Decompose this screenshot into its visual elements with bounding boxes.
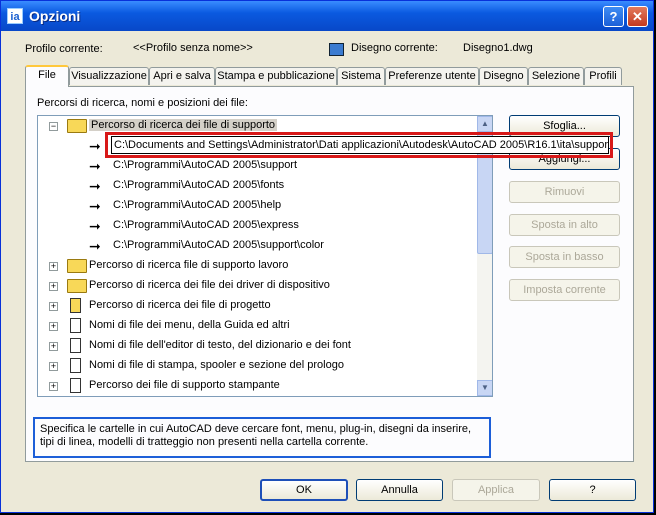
tree-item-work-support-path[interactable]: + Percorso di ricerca file di supporto l… <box>38 256 478 276</box>
tab-visualizzazione[interactable]: Visualizzazione <box>69 67 149 85</box>
tree-item-label: Percorso di ricerca dei file di supporto <box>89 119 278 131</box>
tab-selezione[interactable]: Selezione <box>528 67 584 85</box>
tree-item-path[interactable]: ➞ C:\Programmi\AutoCAD 2005\fonts <box>38 176 478 196</box>
search-path-tree[interactable]: − Percorso di ricerca dei file di suppor… <box>37 115 493 397</box>
cancel-button[interactable]: Annulla <box>356 479 443 501</box>
apply-button[interactable]: Applica <box>452 479 540 501</box>
profile-value: <<Profilo senza nome>> <box>133 42 253 54</box>
arrow-right-icon: ➞ <box>89 158 101 174</box>
tab-disegno[interactable]: Disegno <box>479 67 528 85</box>
expand-icon[interactable]: + <box>49 382 58 391</box>
document-icon <box>70 358 81 373</box>
project-file-icon <box>70 298 81 313</box>
tree-item-menu-files[interactable]: + Nomi di file dei menu, della Guida ed … <box>38 316 478 336</box>
expand-icon[interactable]: + <box>49 302 58 311</box>
path-label: C:\Programmi\AutoCAD 2005\support <box>113 159 298 171</box>
tree-item-driver-path[interactable]: + Percorso di ricerca dei file dei drive… <box>38 276 478 296</box>
drawing-value: Disegno1.dwg <box>463 42 533 54</box>
tab-profili[interactable]: Profili <box>584 67 622 85</box>
help-button[interactable]: ? <box>549 479 636 501</box>
tab-apri-e-salva[interactable]: Apri e salva <box>149 67 215 85</box>
tree-scrollbar[interactable]: ▲ ▼ <box>477 116 492 396</box>
tab-preferenze-utente[interactable]: Preferenze utente <box>385 67 479 85</box>
path-label: C:\Programmi\AutoCAD 2005\fonts <box>113 179 285 191</box>
drawing-icon <box>329 43 344 56</box>
tab-stampa-e-pubblicazione[interactable]: Stampa e pubblicazione <box>215 67 337 85</box>
profile-label: Profilo corrente: <box>25 43 103 55</box>
dialog-content: Profilo corrente: <<Profilo senza nome>>… <box>1 31 653 512</box>
tree-item-label: Percorso di ricerca dei file di progetto <box>89 299 271 311</box>
path-edit-field[interactable]: C:\Documents and Settings\Administrator\… <box>111 136 609 154</box>
tree-item-label: Nomi di file dei menu, della Guida ed al… <box>89 319 290 331</box>
move-down-button[interactable]: Sposta in basso <box>509 246 620 268</box>
scroll-up-icon[interactable]: ▲ <box>477 116 492 132</box>
help-title-button[interactable]: ? <box>603 6 624 27</box>
description-frame <box>33 417 491 458</box>
arrow-right-icon: ➞ <box>89 238 101 254</box>
tree-item-label: Nomi di file di stampa, spooler e sezion… <box>89 359 344 371</box>
expand-icon[interactable]: + <box>49 342 58 351</box>
tree-item-path[interactable]: ➞ C:\Programmi\AutoCAD 2005\help <box>38 196 478 216</box>
tree-item-project-path[interactable]: + Percorso di ricerca dei file di proget… <box>38 296 478 316</box>
scroll-down-icon[interactable]: ▼ <box>477 380 492 396</box>
arrow-right-icon: ➞ <box>89 218 101 234</box>
tree-item-label: Percorso di ricerca dei file dei driver … <box>89 279 330 291</box>
tab-file[interactable]: File <box>25 65 69 87</box>
path-label: C:\Programmi\AutoCAD 2005\support\color <box>113 239 324 251</box>
tree-item-editor-files[interactable]: + Nomi di file dell'editor di testo, del… <box>38 336 478 356</box>
tree-item-path[interactable]: ➞ C:\Programmi\AutoCAD 2005\support <box>38 156 478 176</box>
browse-button[interactable]: Sfoglia... <box>509 115 620 137</box>
collapse-icon[interactable]: − <box>49 122 58 131</box>
folder-open-icon <box>67 119 87 133</box>
tree-item-label: Nomi di file dell'editor di testo, del d… <box>89 339 351 351</box>
expand-icon[interactable]: + <box>49 262 58 271</box>
tree-item-path[interactable]: ➞ C:\Programmi\AutoCAD 2005\support\colo… <box>38 236 478 256</box>
tab-sistema[interactable]: Sistema <box>337 67 385 85</box>
folder-icon <box>67 279 87 293</box>
options-dialog: ia Opzioni ? ✕ Profilo corrente: <<Profi… <box>0 0 654 513</box>
folder-icon <box>67 259 87 273</box>
expand-icon[interactable]: + <box>49 362 58 371</box>
path-label: C:\Programmi\AutoCAD 2005\express <box>113 219 299 231</box>
close-button[interactable]: ✕ <box>627 6 648 27</box>
document-icon <box>70 338 81 353</box>
expand-icon[interactable]: + <box>49 322 58 331</box>
arrow-right-icon: ➞ <box>89 138 101 154</box>
tree-item-print-files[interactable]: + Nomi di file di stampa, spooler e sezi… <box>38 356 478 376</box>
tree-item-label: Percorso dei file di supporto stampante <box>89 379 280 391</box>
autocad-icon: ia <box>7 8 23 24</box>
arrow-right-icon: ➞ <box>89 178 101 194</box>
move-up-button[interactable]: Sposta in alto <box>509 214 620 236</box>
drawing-label: Disegno corrente: <box>351 42 438 54</box>
expand-icon[interactable]: + <box>49 282 58 291</box>
arrow-right-icon: ➞ <box>89 198 101 214</box>
ok-button[interactable]: OK <box>260 479 348 501</box>
document-icon <box>70 378 81 393</box>
tree-item-label: Percorso di ricerca file di supporto lav… <box>89 259 289 271</box>
document-icon <box>70 318 81 333</box>
tree-item-printer-support-path[interactable]: + Percorso dei file di supporto stampant… <box>38 376 478 396</box>
panel-heading: Percorsi di ricerca, nomi e posizioni de… <box>37 97 248 109</box>
set-current-button[interactable]: Imposta corrente <box>509 279 620 301</box>
remove-button[interactable]: Rimuovi <box>509 181 620 203</box>
window-title: Opzioni <box>29 8 81 24</box>
tree-item-support-path[interactable]: − Percorso di ricerca dei file di suppor… <box>38 116 478 136</box>
path-label: C:\Programmi\AutoCAD 2005\help <box>113 199 282 211</box>
title-bar[interactable]: ia Opzioni ? ✕ <box>1 1 653 31</box>
tree-item-path[interactable]: ➞ C:\Programmi\AutoCAD 2005\express <box>38 216 478 236</box>
